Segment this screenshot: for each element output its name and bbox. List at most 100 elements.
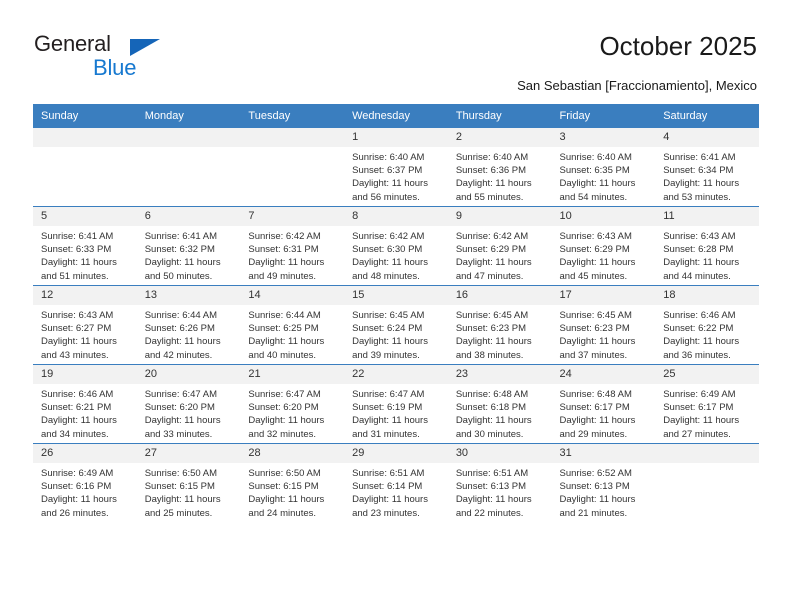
calendar-day-cell[interactable]: 5 Sunrise: 6:41 AM Sunset: 6:33 PM Daylight… bbox=[33, 206, 137, 286]
calendar-day-cell[interactable]: 6 Sunrise: 6:41 AM Sunset: 6:32 PM Daylight… bbox=[136, 206, 241, 286]
daylight-text-line1: Daylight: 11 hours bbox=[248, 415, 325, 427]
day-number: 2 bbox=[447, 128, 552, 147]
calendar-day-cell[interactable]: 11 Sunrise: 6:43 AM Sunset: 6:28 PM Dayligh… bbox=[655, 206, 759, 286]
calendar-day-cell[interactable]: 20 Sunrise: 6:47 AM Sunset: 6:20 PM Dayligh… bbox=[136, 364, 241, 444]
sunrise-text: Sunrise: 6:44 AM bbox=[144, 310, 218, 321]
calendar-day-cell[interactable]: 28 Sunrise: 6:50 AM Sunset: 6:15 PM Dayligh… bbox=[240, 443, 345, 522]
sunset-text: Sunset: 6:33 PM bbox=[41, 244, 112, 256]
calendar-week-row: 5 Sunrise: 6:41 AM Sunset: 6:33 PM Daylight… bbox=[33, 206, 759, 286]
daylight-text-line2: and 22 minutes. bbox=[455, 507, 524, 519]
page-header: General Blue October 2025 San Sebastian … bbox=[0, 0, 792, 104]
calendar-day-cell[interactable]: 26 Sunrise: 6:49 AM Sunset: 6:16 PM Dayligh… bbox=[33, 443, 137, 522]
sunrise-text: Sunrise: 6:42 AM bbox=[455, 231, 529, 242]
calendar-day-cell[interactable]: 19 Sunrise: 6:46 AM Sunset: 6:21 PM Dayligh… bbox=[33, 364, 137, 444]
day-number: 19 bbox=[33, 365, 137, 384]
daylight-text-line1: Daylight: 11 hours bbox=[352, 336, 428, 348]
calendar-day-cell[interactable]: 8 Sunrise: 6:42 AM Sunset: 6:30 PM Daylight… bbox=[344, 206, 448, 286]
calendar-day-cell[interactable]: 16 Sunrise: 6:45 AM Sunset: 6:23 PM Dayligh… bbox=[447, 285, 552, 365]
day-details: Sunrise: 6:40 AM Sunset: 6:36 PM Daylight:… bbox=[448, 147, 552, 204]
day-number bbox=[240, 128, 345, 147]
daylight-text-line2: and 45 minutes. bbox=[559, 270, 628, 282]
day-details: Sunrise: 6:40 AM Sunset: 6:35 PM Daylight:… bbox=[552, 147, 656, 204]
sunrise-text: Sunrise: 6:47 AM bbox=[144, 389, 218, 400]
calendar-day-cell[interactable]: 10 Sunrise: 6:43 AM Sunset: 6:29 PM Dayligh… bbox=[551, 206, 656, 286]
day-details: Sunrise: 6:41 AM Sunset: 6:34 PM Daylight:… bbox=[655, 147, 759, 204]
sunset-text: Sunset: 6:22 PM bbox=[663, 323, 734, 335]
day-details: Sunrise: 6:42 AM Sunset: 6:29 PM Daylight:… bbox=[448, 226, 552, 283]
calendar-day-cell[interactable]: 12 Sunrise: 6:43 AM Sunset: 6:27 PM Dayligh… bbox=[33, 285, 137, 365]
calendar-day-cell[interactable]: 15 Sunrise: 6:45 AM Sunset: 6:24 PM Dayligh… bbox=[344, 285, 448, 365]
calendar-week-row: 19 Sunrise: 6:46 AM Sunset: 6:21 PM Dayligh… bbox=[33, 364, 759, 444]
daylight-text-line1: Daylight: 11 hours bbox=[559, 494, 636, 506]
calendar-day-cell[interactable]: 14 Sunrise: 6:44 AM Sunset: 6:25 PM Dayligh… bbox=[240, 285, 345, 365]
calendar-week-row: 1 Sunrise: 6:40 AM Sunset: 6:37 PM Daylight… bbox=[33, 128, 759, 207]
daylight-text-line2: and 50 minutes. bbox=[144, 270, 213, 282]
daylight-text-line2: and 21 minutes. bbox=[559, 507, 628, 519]
daylight-text-line2: and 32 minutes. bbox=[248, 428, 317, 440]
day-details: Sunrise: 6:50 AM Sunset: 6:15 PM Daylight:… bbox=[240, 463, 344, 520]
day-details: Sunrise: 6:41 AM Sunset: 6:32 PM Daylight:… bbox=[137, 226, 241, 283]
day-number: 13 bbox=[136, 286, 241, 305]
day-details: Sunrise: 6:46 AM Sunset: 6:22 PM Daylight:… bbox=[655, 305, 759, 362]
day-details: Sunrise: 6:42 AM Sunset: 6:30 PM Daylight:… bbox=[344, 226, 448, 283]
day-number: 26 bbox=[33, 444, 137, 463]
calendar-day-cell[interactable]: 29 Sunrise: 6:51 AM Sunset: 6:14 PM Dayligh… bbox=[344, 443, 448, 522]
daylight-text-line1: Daylight: 11 hours bbox=[455, 178, 532, 190]
daylight-text-line2: and 53 minutes. bbox=[663, 191, 731, 203]
calendar-day-cell[interactable]: 21 Sunrise: 6:47 AM Sunset: 6:20 PM Dayligh… bbox=[240, 364, 345, 444]
sunset-text: Sunset: 6:18 PM bbox=[455, 402, 527, 414]
day-number: 29 bbox=[344, 444, 448, 463]
sunset-text: Sunset: 6:24 PM bbox=[352, 323, 423, 335]
sunset-text: Sunset: 6:29 PM bbox=[455, 244, 527, 256]
sunrise-text: Sunrise: 6:45 AM bbox=[455, 310, 529, 321]
day-number bbox=[655, 444, 759, 463]
daylight-text-line1: Daylight: 11 hours bbox=[352, 257, 428, 269]
calendar-day-cell[interactable]: 23 Sunrise: 6:48 AM Sunset: 6:18 PM Dayligh… bbox=[447, 364, 552, 444]
calendar-day-cell[interactable]: 7 Sunrise: 6:42 AM Sunset: 6:31 PM Daylight… bbox=[240, 206, 345, 286]
calendar-day-cell[interactable]: 13 Sunrise: 6:44 AM Sunset: 6:26 PM Dayligh… bbox=[136, 285, 241, 365]
daylight-text-line1: Daylight: 11 hours bbox=[455, 336, 532, 348]
sunrise-text: Sunrise: 6:42 AM bbox=[248, 231, 321, 242]
daylight-text-line2: and 37 minutes. bbox=[559, 349, 628, 361]
sunset-text: Sunset: 6:17 PM bbox=[663, 402, 734, 414]
sunset-text: Sunset: 6:23 PM bbox=[455, 323, 527, 335]
day-details: Sunrise: 6:47 AM Sunset: 6:20 PM Daylight:… bbox=[137, 384, 241, 441]
day-details: Sunrise: 6:42 AM Sunset: 6:31 PM Daylight:… bbox=[240, 226, 344, 283]
calendar-day-cell[interactable]: 25 Sunrise: 6:49 AM Sunset: 6:17 PM Dayligh… bbox=[655, 364, 759, 444]
day-number bbox=[33, 128, 137, 147]
day-details: Sunrise: 6:41 AM Sunset: 6:33 PM Daylight:… bbox=[33, 226, 137, 283]
day-details: Sunrise: 6:49 AM Sunset: 6:16 PM Daylight:… bbox=[33, 463, 137, 520]
sunrise-text: Sunrise: 6:46 AM bbox=[41, 389, 114, 400]
daylight-text-line1: Daylight: 11 hours bbox=[144, 257, 221, 269]
day-number: 15 bbox=[344, 286, 448, 305]
calendar-day-cell[interactable]: 1 Sunrise: 6:40 AM Sunset: 6:37 PM Daylight… bbox=[344, 128, 448, 207]
calendar-day-cell-empty bbox=[240, 128, 345, 207]
day-number: 7 bbox=[240, 207, 345, 226]
calendar-day-cell[interactable]: 2 Sunrise: 6:40 AM Sunset: 6:36 PM Daylight… bbox=[447, 128, 552, 207]
sunset-text: Sunset: 6:31 PM bbox=[248, 244, 319, 256]
calendar-day-cell[interactable]: 3 Sunrise: 6:40 AM Sunset: 6:35 PM Daylight… bbox=[551, 128, 656, 207]
sunrise-text: Sunrise: 6:40 AM bbox=[559, 152, 632, 163]
calendar-day-cell[interactable]: 24 Sunrise: 6:48 AM Sunset: 6:17 PM Dayligh… bbox=[551, 364, 656, 444]
calendar-day-cell[interactable]: 27 Sunrise: 6:50 AM Sunset: 6:15 PM Dayligh… bbox=[136, 443, 241, 522]
sunset-text: Sunset: 6:35 PM bbox=[559, 165, 630, 177]
logo-text-blue: Blue bbox=[93, 55, 137, 80]
daylight-text-line2: and 24 minutes. bbox=[248, 507, 317, 519]
calendar-day-cell[interactable]: 22 Sunrise: 6:47 AM Sunset: 6:19 PM Dayligh… bbox=[344, 364, 448, 444]
calendar-day-cell[interactable]: 30 Sunrise: 6:51 AM Sunset: 6:13 PM Dayligh… bbox=[447, 443, 552, 522]
calendar-day-cell[interactable]: 4 Sunrise: 6:41 AM Sunset: 6:34 PM Daylight… bbox=[655, 128, 759, 207]
day-number: 23 bbox=[447, 365, 552, 384]
daylight-text-line1: Daylight: 11 hours bbox=[455, 415, 532, 427]
calendar-page: General Blue October 2025 San Sebastian … bbox=[0, 0, 792, 612]
calendar-day-cell[interactable]: 31 Sunrise: 6:52 AM Sunset: 6:13 PM Dayligh… bbox=[551, 443, 656, 522]
day-number: 20 bbox=[136, 365, 241, 384]
day-number: 12 bbox=[33, 286, 137, 305]
calendar-day-cell[interactable]: 17 Sunrise: 6:45 AM Sunset: 6:23 PM Dayligh… bbox=[551, 285, 656, 365]
daylight-text-line2: and 39 minutes. bbox=[352, 349, 420, 361]
sunset-text: Sunset: 6:14 PM bbox=[352, 481, 423, 493]
calendar-table: Sunday Monday Tuesday Wednesday Thursday Frid… bbox=[33, 104, 759, 522]
day-number: 9 bbox=[447, 207, 552, 226]
day-details: Sunrise: 6:47 AM Sunset: 6:20 PM Daylight:… bbox=[240, 384, 344, 441]
calendar-day-cell[interactable]: 18 Sunrise: 6:46 AM Sunset: 6:22 PM Dayligh… bbox=[655, 285, 759, 365]
calendar-day-cell[interactable]: 9 Sunrise: 6:42 AM Sunset: 6:29 PM Daylight… bbox=[447, 206, 552, 286]
